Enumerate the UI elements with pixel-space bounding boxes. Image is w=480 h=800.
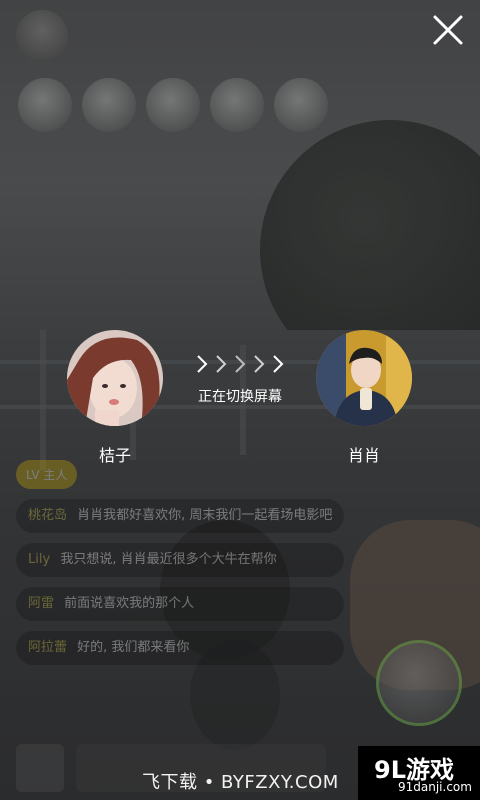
viewer-list (18, 78, 328, 132)
right-user-avatar[interactable] (316, 330, 412, 426)
chat-user: 桃花岛 (28, 508, 68, 523)
user-photo (316, 330, 412, 426)
chat-message: Lily 我只想说, 肖肖最近很多个大牛在帮你 (16, 543, 345, 577)
chat-text: 前面说喜欢我的那个人 (64, 596, 195, 611)
chat-text: 好的, 我们都来看你 (77, 640, 190, 655)
chat-text: 肖肖我都好喜欢你, 周末我们一起看场电影吧 (77, 508, 333, 523)
watermark-text: 飞下载 • BYFZXY.COM (142, 772, 339, 793)
chat-message: 阿拉蕾 好的, 我们都来看你 (16, 631, 345, 665)
logo-url: 91danji.com (398, 780, 472, 794)
chat-text: 我只想说, 肖肖最近很多个大牛在帮你 (60, 552, 277, 567)
viewer-avatar[interactable] (18, 78, 72, 132)
close-icon (433, 15, 463, 45)
right-user-name: 肖肖 (347, 446, 380, 465)
chevron-right-icon (197, 355, 284, 373)
left-user-name: 桔子 (98, 446, 131, 465)
chat-user: 阿雷 (28, 596, 55, 611)
viewer-avatar[interactable] (82, 78, 136, 132)
chat-user: Lily (28, 552, 51, 567)
host-avatar[interactable] (16, 10, 68, 62)
left-user-avatar[interactable] (67, 330, 163, 426)
switching-status: 正在切换屏幕 (198, 389, 282, 405)
close-button[interactable] (430, 12, 466, 48)
guest-mini-avatar[interactable] (376, 640, 462, 726)
chat-user: 阿拉蕾 (28, 640, 68, 655)
chat-feed: LV 主人 桃花岛 肖肖我都好喜欢你, 周末我们一起看场电影吧 Lily 我只想… (16, 460, 345, 675)
viewer-avatar[interactable] (210, 78, 264, 132)
viewer-avatar[interactable] (146, 78, 200, 132)
chat-message: 阿雷 前面说喜欢我的那个人 (16, 587, 345, 621)
bottom-left-button[interactable] (16, 744, 64, 792)
viewer-avatar[interactable] (274, 78, 328, 132)
user-photo (67, 330, 163, 426)
site-logo: 9L游戏 91danji.com (358, 746, 480, 800)
chat-message: 桃花岛 肖肖我都好喜欢你, 周末我们一起看场电影吧 (16, 499, 345, 533)
